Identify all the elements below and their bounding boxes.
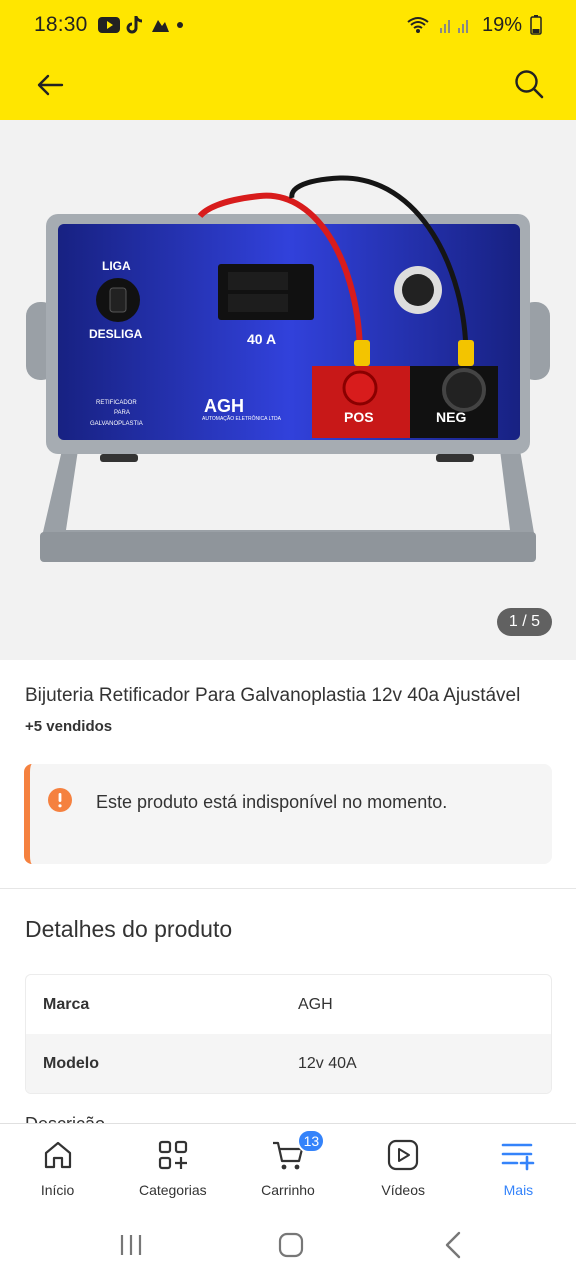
search-button[interactable]	[512, 67, 546, 101]
details-label: Marca	[43, 995, 90, 1013]
nav-item-carrinho[interactable]: 13 Carrinho	[230, 1124, 345, 1208]
arrow-left-icon	[37, 74, 64, 96]
details-table: Marca AGH Modelo 12v 40A	[25, 974, 552, 1094]
menu-more-icon	[502, 1143, 535, 1171]
app-icon	[151, 20, 169, 32]
recents-button[interactable]	[116, 1230, 146, 1260]
nav-item-videos[interactable]: Vídeos	[346, 1124, 461, 1208]
wifi-icon	[407, 17, 429, 33]
recents-icon	[120, 1235, 142, 1255]
status-system-icons: 19%	[406, 14, 542, 37]
details-label: Modelo	[43, 1054, 99, 1072]
label-amps: 40 A	[247, 331, 276, 347]
label-para: PARA	[114, 410, 130, 416]
product-image: LIGA DESLIGA 40 A POS NEG AGH AUTOMAÇÃO …	[26, 175, 550, 562]
nav-item-mais[interactable]: Mais	[461, 1124, 576, 1208]
back-button[interactable]	[34, 69, 66, 101]
label-desliga: DESLIGA	[89, 327, 143, 341]
signal-icon	[439, 20, 468, 33]
label-liga: LIGA	[102, 259, 131, 273]
label-galvanoplastia: GALVANOPLASTIA	[90, 421, 143, 427]
cart-count-badge: 13	[297, 1129, 326, 1153]
label-brand: AGH	[204, 396, 244, 416]
warning-icon	[48, 788, 72, 812]
label-pos: POS	[344, 409, 374, 425]
details-value: AGH	[298, 995, 333, 1013]
tiktok-icon	[126, 16, 142, 34]
details-value: 12v 40A	[298, 1054, 357, 1072]
battery-icon	[530, 15, 542, 35]
dot-icon	[176, 22, 183, 28]
details-row-model: Modelo 12v 40A	[26, 1034, 551, 1093]
unavailable-notice: Este produto está indisponível no moment…	[24, 764, 552, 864]
status-time: 18:30	[34, 13, 88, 36]
battery-percent: 19%	[481, 13, 522, 36]
nav-label: Vídeos	[381, 1182, 425, 1198]
label-brand-sub: AUTOMAÇÃO ELETRÔNICA LTDA	[202, 415, 282, 422]
image-counter-badge: 1 / 5	[496, 608, 552, 636]
back-button-icon	[445, 1231, 461, 1259]
product-image-gallery[interactable]: LIGA DESLIGA 40 A POS NEG AGH AUTOMAÇÃO …	[0, 120, 576, 660]
details-title: Detalhes do produto	[25, 916, 233, 942]
youtube-icon	[97, 17, 120, 33]
nav-label: Carrinho	[261, 1182, 315, 1198]
home-button-icon	[278, 1232, 304, 1258]
nav-label: Início	[40, 1182, 75, 1198]
notice-text: Este produto está indisponível no moment…	[96, 792, 448, 812]
search-icon	[515, 70, 544, 99]
home-icon	[44, 1141, 71, 1169]
back-system-button[interactable]	[438, 1230, 468, 1260]
status-bar: 18:30 19%	[0, 0, 576, 50]
nav-item-inicio[interactable]: Início	[0, 1124, 115, 1208]
sold-count: +5 vendidos	[25, 718, 113, 735]
status-notification-icons	[97, 15, 184, 35]
details-row-brand: Marca AGH	[26, 975, 551, 1034]
app-header	[0, 50, 576, 120]
bottom-navigation: Início Categorias 13 Carrinho Vídeos Mai…	[0, 1123, 576, 1208]
label-neg: NEG	[436, 409, 466, 425]
label-retificador: RETIFICADOR	[96, 400, 137, 406]
nav-label: Mais	[503, 1182, 534, 1198]
system-navigation-bar	[0, 1208, 576, 1280]
section-divider	[0, 888, 576, 889]
video-icon	[388, 1139, 419, 1171]
nav-label: Categorias	[138, 1182, 207, 1198]
product-title: Bijuteria Retificador Para Galvanoplasti…	[25, 685, 521, 706]
home-system-button[interactable]	[276, 1230, 306, 1260]
nav-item-categorias[interactable]: Categorias	[115, 1124, 230, 1208]
categories-icon	[158, 1140, 187, 1170]
